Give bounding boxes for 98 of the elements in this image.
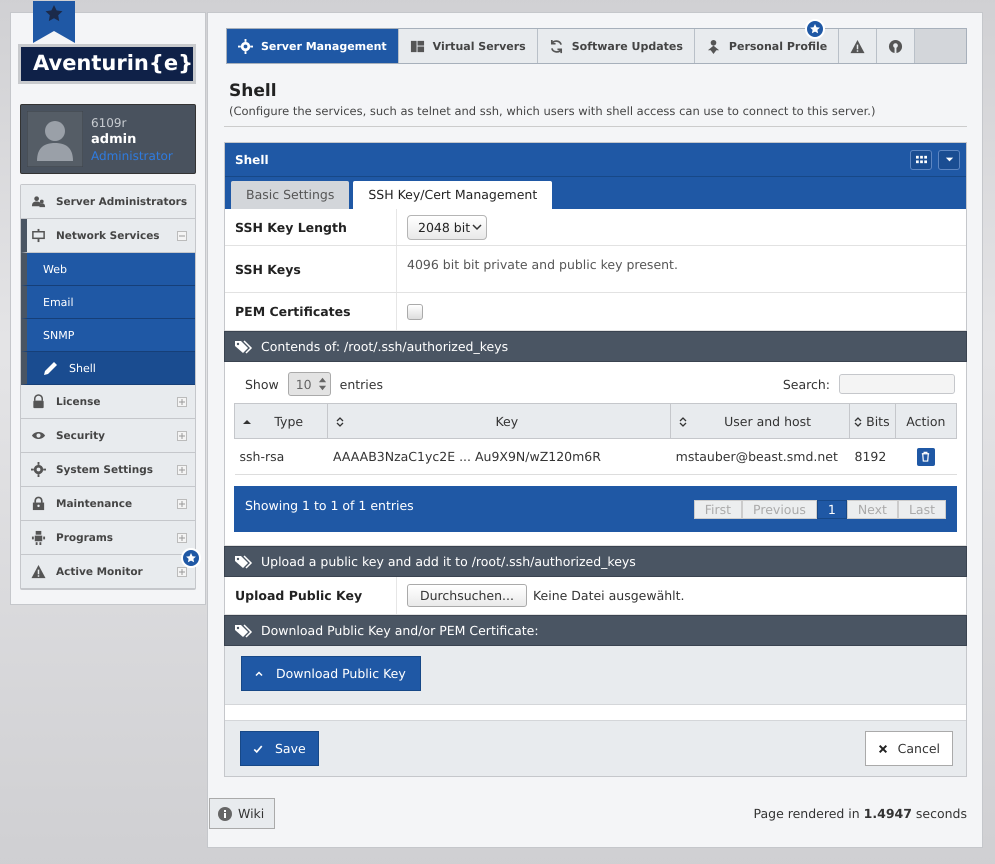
monitor-icon <box>31 228 46 243</box>
field-label: SSH Keys <box>225 246 397 292</box>
gear-icon <box>31 462 46 477</box>
field-label: Upload Public Key <box>225 577 397 614</box>
grid-button[interactable] <box>910 150 932 170</box>
check-icon <box>253 744 263 754</box>
sidebar-item[interactable]: Security <box>21 419 195 453</box>
page-size-spinner[interactable]: 10 <box>288 372 331 396</box>
expand-icon[interactable] <box>177 396 187 406</box>
section-title: Contends of: /root/.ssh/authorized_keys <box>261 339 508 354</box>
grid-icon <box>916 154 926 165</box>
submenu-item[interactable]: SNMP <box>21 319 195 352</box>
expand-icon[interactable] <box>177 430 187 440</box>
ribbon-icon <box>33 1 75 43</box>
refresh-icon <box>548 38 564 54</box>
nav-tab[interactable]: Software Updates <box>538 29 695 63</box>
avatar-icon <box>27 111 83 167</box>
help-icon <box>218 806 232 820</box>
caret-up-icon <box>254 668 264 678</box>
delete-button[interactable] <box>916 448 935 466</box>
column-header[interactable]: Bits <box>850 404 896 438</box>
people-icon <box>31 194 46 209</box>
wiki-button[interactable]: Wiki <box>209 798 276 829</box>
circle-icon <box>888 38 904 54</box>
sidebar-item[interactable]: System Settings <box>21 453 195 487</box>
table-cell: mstauber@beast.smd.net <box>670 438 850 474</box>
column-header[interactable]: User and host <box>670 404 850 438</box>
tags-icon <box>235 554 253 568</box>
warning-icon <box>850 38 866 54</box>
entries-info: Showing 1 to 1 of 1 entries <box>245 498 414 513</box>
nav-tab[interactable] <box>877 29 916 63</box>
expand-icon[interactable] <box>177 498 187 508</box>
tags-icon <box>235 340 253 354</box>
sidebar-item[interactable]: License <box>21 385 195 419</box>
field-label: PEM Certificates <box>225 293 397 330</box>
browse-button[interactable]: Durchsuchen... <box>407 584 527 607</box>
sidebar-item[interactable]: Maintenance <box>21 487 195 521</box>
entries-label: entries <box>340 376 383 392</box>
dropdown-button[interactable] <box>938 150 960 170</box>
section-title: Upload a public key and add it to /root/.ssh/authorized_keys <box>261 554 636 569</box>
show-label: Show <box>245 376 279 392</box>
star-badge <box>181 548 201 568</box>
close-icon <box>878 744 888 754</box>
lock-icon <box>31 394 46 409</box>
table-cell: 8192 <box>850 438 896 474</box>
save-button[interactable]: Save <box>240 731 319 766</box>
collapse-icon[interactable] <box>177 230 187 240</box>
column-header[interactable]: Key <box>328 404 671 438</box>
tab[interactable]: Basic Settings <box>231 181 350 209</box>
sidebar-item[interactable]: Active Monitor <box>21 555 195 589</box>
cancel-button[interactable]: Cancel <box>864 731 953 766</box>
submenu-item[interactable]: Web <box>21 253 195 286</box>
key-length-select[interactable]: 2048 bit <box>407 214 488 240</box>
search-field[interactable] <box>839 374 955 394</box>
tags-icon <box>235 624 253 638</box>
panels-icon <box>410 38 425 54</box>
checkbox[interactable] <box>407 304 423 320</box>
page-button[interactable]: 1 <box>816 500 847 519</box>
sidebar-item[interactable]: Programs <box>21 521 195 555</box>
logo[interactable]: Aventurin{e} <box>18 44 196 84</box>
download-button[interactable]: Download Public Key <box>241 656 421 691</box>
file-status: Keine Datei ausgewählt. <box>532 588 685 603</box>
expand-icon[interactable] <box>177 464 187 474</box>
warning-icon <box>31 564 46 579</box>
gear-icon <box>238 38 253 54</box>
panel-title: Shell <box>235 152 270 166</box>
nav-tab[interactable]: Server Management <box>227 29 399 63</box>
chevron-icon <box>472 222 482 232</box>
host-name: 6109r <box>91 116 128 130</box>
robot-icon <box>31 530 46 545</box>
search-label: Search: <box>782 376 830 392</box>
section-title: Download Public Key and/or PEM Certificate: <box>261 623 539 638</box>
user-name: admin <box>91 132 138 146</box>
sidebar-item[interactable]: Network Services <box>21 219 195 253</box>
column-header[interactable]: Action <box>895 404 956 438</box>
field-value: 4096 bit bit private and public key present. <box>407 257 678 272</box>
render-time: Page rendered in 1.4947 seconds <box>754 806 967 821</box>
page-description: (Configure the services, such as telnet and ssh, which users with shell access can use to connect to this server.) <box>229 104 876 118</box>
pencil-icon <box>43 360 59 376</box>
field-label: SSH Key Length <box>225 209 397 245</box>
tab[interactable]: SSH Key/Cert Management <box>353 181 552 209</box>
table-cell: ssh-rsa <box>234 438 328 474</box>
nav-tab[interactable]: Virtual Servers <box>398 29 538 63</box>
sidebar-item[interactable]: Server Administrators <box>21 185 195 219</box>
trash-icon <box>920 451 932 462</box>
expand-icon[interactable] <box>177 566 187 576</box>
submenu-item[interactable]: Shell <box>21 352 195 385</box>
star-badge <box>805 19 825 39</box>
submenu-item[interactable]: Email <box>21 286 195 319</box>
spinner-arrows-icon <box>318 375 327 393</box>
nav-tab[interactable]: Personal Profile <box>694 29 840 63</box>
table-cell: AAAAB3NzaC1yc2E ... Au9X9N/wZ120m6R <box>328 438 671 474</box>
page-title: Shell <box>229 81 278 101</box>
padlock-icon <box>31 496 46 511</box>
nav-tab[interactable] <box>839 29 878 63</box>
person-icon <box>706 38 721 54</box>
column-header[interactable]: Type <box>234 404 328 438</box>
expand-icon[interactable] <box>177 532 187 542</box>
